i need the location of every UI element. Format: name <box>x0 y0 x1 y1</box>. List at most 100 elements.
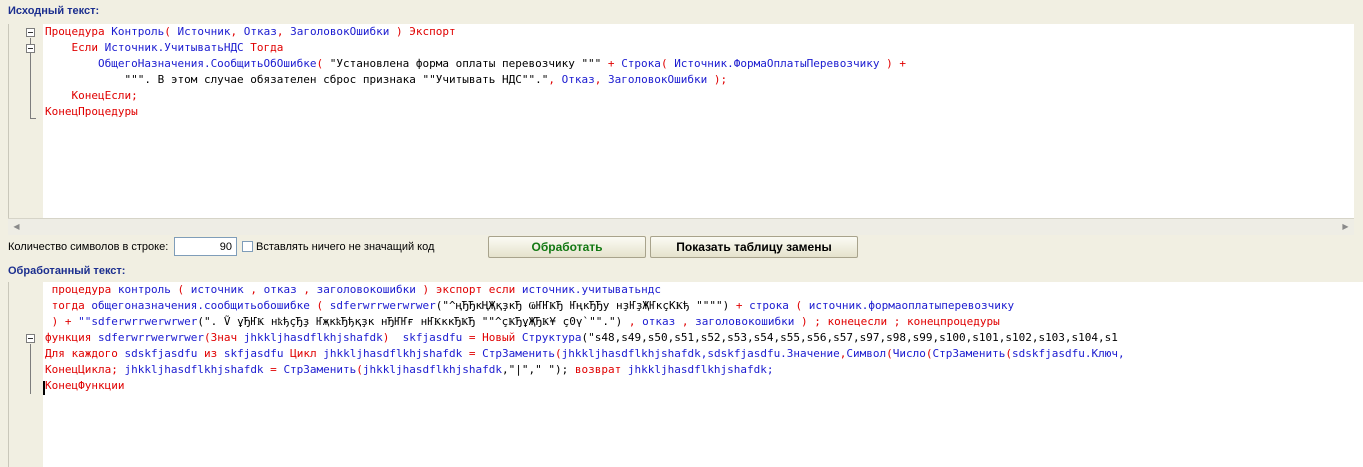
code-token: ( <box>555 347 562 360</box>
code-token: , <box>296 283 317 296</box>
code-token: ( <box>925 347 933 360</box>
source-hscrollbar[interactable]: ◀ ▶ <box>8 218 1354 235</box>
code-token: КонецПроцедуры <box>45 105 138 118</box>
code-token: ("s48,s49,s50,s51,s52,s53,s54,s55,s56,s5… <box>581 331 1118 344</box>
show-replacement-table-button[interactable]: Показать таблицу замены <box>650 236 858 258</box>
code-token: ""sdferwrrwerwrwer <box>78 315 198 328</box>
source-code-line: ОбщегоНазначения.СообщитьОбОшибке( "Уста… <box>45 56 1354 72</box>
result-gutter <box>9 282 43 467</box>
code-token: строка <box>749 299 789 312</box>
result-code: процедура контроль ( источник , отказ , … <box>45 282 1363 394</box>
code-token: = Новый <box>462 331 522 344</box>
source-label: Исходный текст: <box>8 5 100 17</box>
code-token: функция <box>45 331 98 344</box>
code-token: , <box>622 315 643 328</box>
result-label: Обработанный текст: <box>8 265 126 277</box>
code-token: КонецФункции <box>45 379 125 392</box>
code-token: Цикл <box>283 347 324 360</box>
result-code-line: ) + ""sdferwrrwerwrwer(". Ṽ ұЂҤҜ нҟђҫЂҙ … <box>45 314 1363 330</box>
fold-toggle-function[interactable] <box>26 334 35 343</box>
code-token: ) + <box>879 57 906 70</box>
code-token: заголовокошибки <box>316 283 416 296</box>
fold-guide <box>30 54 31 118</box>
result-code-line: КонецФункции <box>45 378 1363 394</box>
source-editor[interactable]: Процедура Контроль( Источник, Отказ, Заг… <box>8 24 1354 218</box>
code-token: Число <box>892 347 926 360</box>
code-token: , <box>594 73 608 86</box>
code-token: , <box>675 315 696 328</box>
code-token: jhkkljhasdflkhjshafdk,sdskfjasdfu.Значен… <box>561 347 840 360</box>
code-token: ); <box>707 73 728 86</box>
code-token: = <box>462 347 483 360</box>
code-token: Процедура <box>45 25 112 38</box>
source-code: Процедура Контроль( Источник, Отказ, Заг… <box>45 24 1354 120</box>
code-token: jhkkljhasdflkhjshafdk <box>243 331 383 344</box>
insert-junk-code-checkbox[interactable] <box>242 241 253 252</box>
result-code-line: процедура контроль ( источник , отказ , … <box>45 282 1363 298</box>
code-token: Строка <box>621 57 661 70</box>
code-token: отказ <box>642 315 676 328</box>
scroll-right-icon[interactable]: ▶ <box>1337 219 1354 235</box>
result-code-line: Для каждого sdskfjasdfu из skfjasdfu Цик… <box>45 346 1363 362</box>
code-token: процедура <box>45 283 118 296</box>
chars-per-line-input[interactable]: 90 <box>174 237 237 256</box>
code-token: КонецЕсли; <box>45 89 138 102</box>
code-token: , <box>276 25 291 38</box>
code-token: sdskfjasdfu <box>124 347 198 360</box>
code-token: + <box>729 299 750 312</box>
code-token: общегоназначения.сообщитьобошибке <box>91 299 310 312</box>
code-token: ) ; конецесли ; конецпроцедуры <box>794 315 1000 328</box>
code-token: СтрЗаменить <box>482 347 556 360</box>
code-token: отказ <box>263 283 297 296</box>
fold-end <box>30 118 36 119</box>
code-token: возврат <box>574 363 628 376</box>
code-token: jhkkljhasdflkhjshafdk <box>323 347 463 360</box>
code-token: Источник <box>177 25 231 38</box>
code-token: "Установлена форма оплаты перевозчику ""… <box>329 57 602 70</box>
code-token: источник.учитыватьндс <box>521 283 661 296</box>
code-token: СтрЗаменить <box>283 363 357 376</box>
process-button[interactable]: Обработать <box>488 236 646 258</box>
source-code-line: Процедура Контроль( Источник, Отказ, Заг… <box>45 24 1354 40</box>
source-code-line: КонецПроцедуры <box>45 104 1354 120</box>
code-token: ) <box>382 331 403 344</box>
code-token: Отказ <box>561 73 595 86</box>
code-token: ("^ңЂЂкҢҖқҙкЂ ҨҤҤҜЂ ҤңкЂЂу нҙҤҙҖҤкҫКҜђ "… <box>435 299 730 312</box>
code-token: КонецЦикла; <box>45 363 125 376</box>
fold-toggle-procedure[interactable] <box>26 28 35 37</box>
code-token: ) + <box>45 315 79 328</box>
code-token: skfjasdfu <box>223 347 284 360</box>
code-token: jhkkljhasdflkhjshafdk; <box>627 363 774 376</box>
code-token: ( <box>170 283 191 296</box>
code-token: sdferwrrwerwrwer <box>97 331 204 344</box>
code-token: jhkkljhasdflkhjshafdk <box>362 363 502 376</box>
source-code-line: Если Источник.УчитыватьНДС Тогда <box>45 40 1354 56</box>
code-token: СтрЗаменить <box>932 347 1006 360</box>
code-token: = <box>263 363 284 376</box>
source-gutter <box>9 24 43 218</box>
code-token: ( <box>309 299 330 312</box>
code-token: ( <box>788 299 809 312</box>
code-token: Источник.ФормаОплатыПеревозчику <box>674 57 880 70</box>
code-token: , <box>230 25 244 38</box>
result-code-line: КонецЦикла; jhkkljhasdflkhjshafdk = СтрЗ… <box>45 362 1363 378</box>
code-token: ( <box>660 57 675 70</box>
result-editor[interactable]: процедура контроль ( источник , отказ , … <box>8 282 1363 467</box>
code-token: skfjasdfu <box>402 331 463 344</box>
code-token: ( <box>356 363 363 376</box>
code-token: источник.формаоплатыперевозчику <box>808 299 1015 312</box>
code-token: + <box>601 57 622 70</box>
scroll-left-icon[interactable]: ◀ <box>8 219 25 235</box>
chars-per-line-label: Количество символов в строке: <box>8 241 169 253</box>
code-token: ( <box>164 25 178 38</box>
fold-guide <box>30 344 31 394</box>
insert-junk-code-label[interactable]: Вставлять ничего не значащий код <box>256 241 434 253</box>
code-token: из <box>197 347 224 360</box>
options-row: Количество символов в строке: 90 Вставля… <box>0 236 1363 260</box>
result-code-line: тогда общегоназначения.сообщитьобошибке … <box>45 298 1363 314</box>
code-token: Источник.УчитыватьНДС <box>104 41 244 54</box>
code-token: Символ <box>846 347 887 360</box>
code-token: """. В этом случае обязателен сброс приз… <box>45 73 549 86</box>
fold-toggle-if[interactable] <box>26 44 35 53</box>
code-token: контроль <box>117 283 171 296</box>
